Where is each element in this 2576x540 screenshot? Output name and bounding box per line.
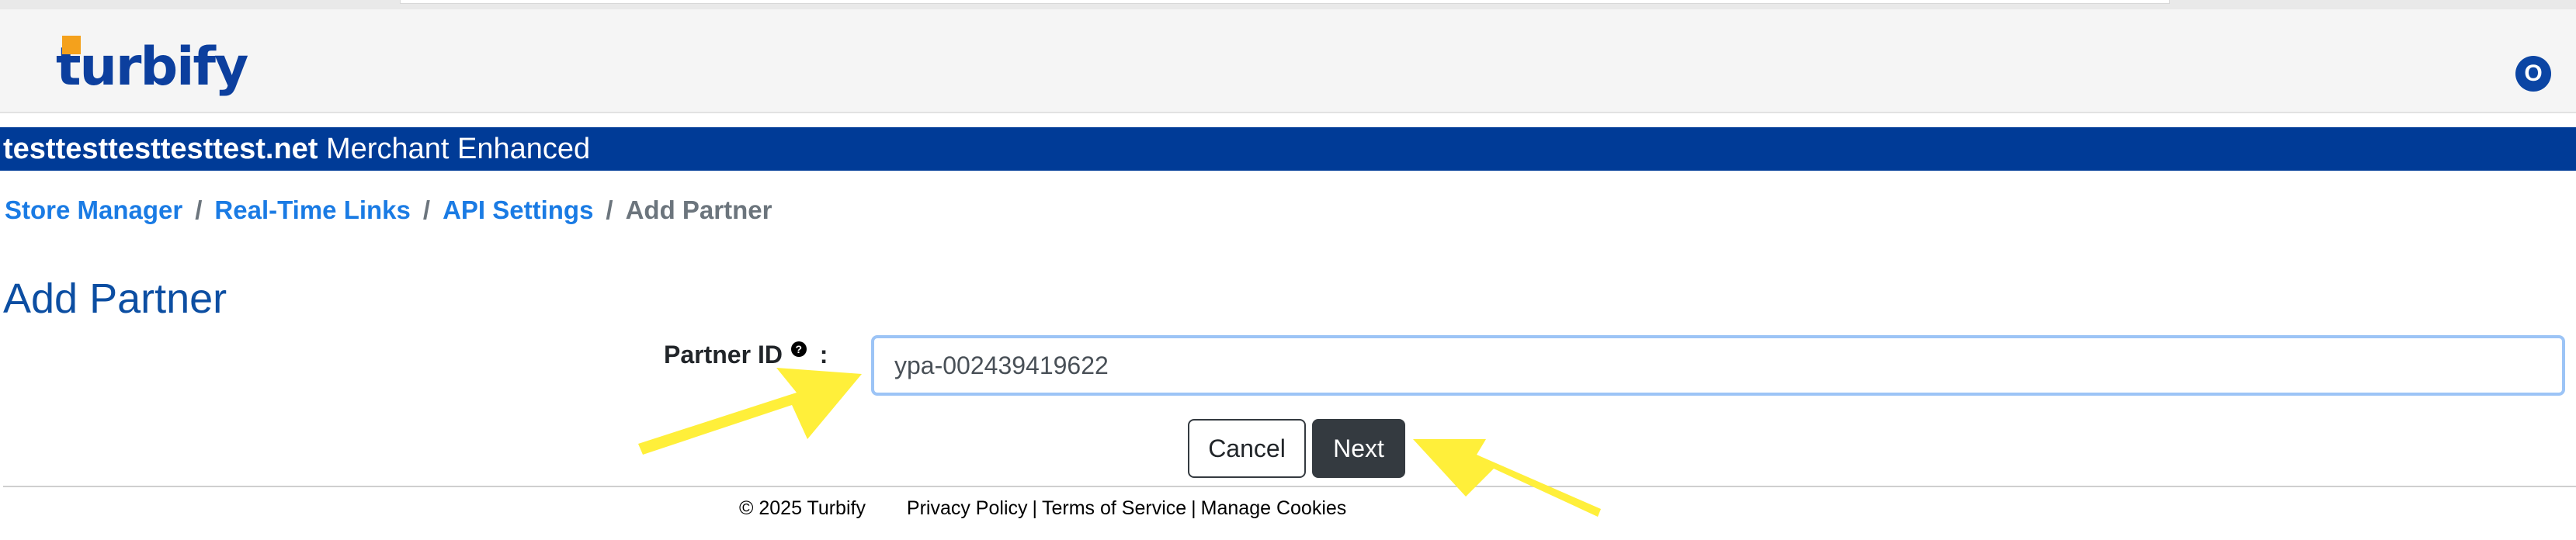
footer-separator: | — [1032, 497, 1038, 519]
partner-id-label-text: Partner ID — [664, 341, 783, 369]
footer-divider — [3, 486, 2576, 487]
store-domain: testtesttesttesttest.net — [3, 133, 318, 165]
breadcrumb-store-manager[interactable]: Store Manager — [5, 196, 182, 224]
breadcrumb-separator: / — [195, 196, 203, 224]
logo-text: turbify — [56, 36, 248, 98]
browser-top-strip-inner — [400, 0, 2170, 4]
turbify-logo[interactable]: turbify — [56, 33, 248, 102]
site-footer: © 2025 Turbify Privacy Policy | Terms of S… — [739, 495, 1346, 521]
label-colon: : — [819, 341, 828, 369]
breadcrumb: Store Manager / Real-Time Links / API Settin… — [5, 192, 772, 228]
logo-accent-mark — [62, 36, 81, 54]
user-avatar[interactable]: O — [2515, 56, 2551, 92]
footer-copyright: © 2025 Turbify — [739, 497, 866, 519]
footer-separator: | — [1191, 497, 1196, 519]
next-button[interactable]: Next — [1312, 419, 1405, 478]
breadcrumb-separator: / — [606, 196, 613, 224]
breadcrumb-api-settings[interactable]: API Settings — [443, 196, 593, 224]
partner-id-input[interactable] — [871, 335, 2565, 396]
footer-manage-cookies[interactable]: Manage Cookies — [1201, 497, 1347, 519]
store-title-bar: testtesttesttesttest.net Merchant Enhanc… — [0, 127, 2576, 171]
breadcrumb-current: Add Partner — [625, 196, 772, 224]
partner-id-label: Partner ID ? : — [664, 337, 828, 372]
site-header: turbify O — [0, 9, 2576, 113]
breadcrumb-separator: / — [422, 196, 431, 224]
browser-top-strip — [0, 0, 2576, 9]
footer-terms-of-service[interactable]: Terms of Service — [1042, 497, 1186, 519]
page-title: Add Partner — [3, 275, 227, 322]
footer-privacy-policy[interactable]: Privacy Policy — [907, 497, 1028, 519]
cancel-button[interactable]: Cancel — [1188, 419, 1306, 478]
help-icon[interactable]: ? — [790, 341, 807, 357]
arrow-to-partner-input — [638, 368, 862, 455]
arrow-to-next-button — [1413, 439, 1601, 517]
breadcrumb-real-time-links[interactable]: Real-Time Links — [214, 196, 410, 224]
store-plan: Merchant Enhanced — [326, 133, 591, 165]
